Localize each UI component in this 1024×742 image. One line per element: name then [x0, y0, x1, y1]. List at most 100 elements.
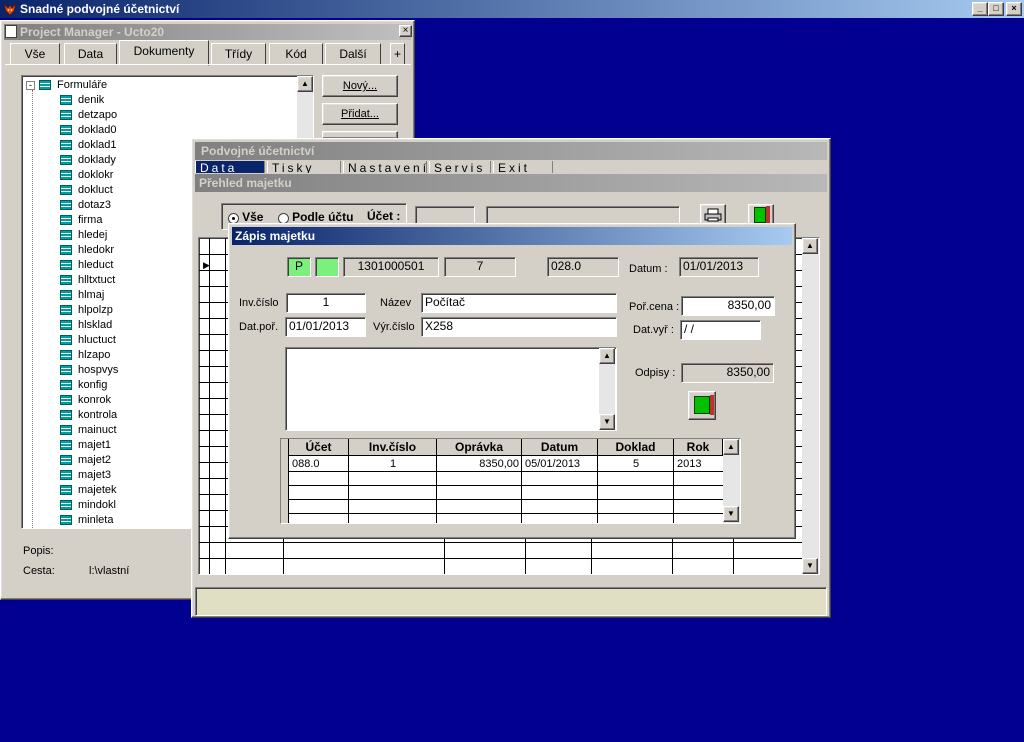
depreciation-table[interactable]: Účet Inv.číslo Oprávka Datum Doklad Rok … [280, 438, 741, 524]
maximize-button[interactable]: □ [988, 2, 1004, 16]
note-textarea[interactable]: ▲ ▼ [285, 347, 617, 431]
cell-opravka[interactable]: 8350,00 [438, 457, 521, 471]
menu-servis[interactable]: Servis [429, 161, 491, 173]
vyr-input[interactable]: X258 [421, 317, 617, 337]
cell-doklad[interactable]: 5 [599, 457, 673, 471]
tree-item[interactable]: firma [60, 213, 102, 228]
table-form-icon [60, 125, 72, 136]
tab-kod[interactable]: Kód [269, 43, 323, 65]
table-scroll-up-icon[interactable]: ▲ [723, 439, 739, 455]
tree-item[interactable]: konrok [60, 393, 111, 408]
tree-item[interactable]: doklad0 [60, 123, 117, 138]
add-button[interactable]: Přidat... [322, 103, 398, 125]
tree-item[interactable]: dokluct [60, 183, 113, 198]
note-scrollbar[interactable]: ▲ ▼ [599, 348, 615, 430]
porcena-label: Poř.cena : [629, 301, 680, 313]
col-opravka[interactable]: Oprávka [437, 439, 522, 456]
pm-close-icon[interactable]: × [399, 25, 412, 37]
grid-row-line [199, 574, 804, 575]
tree-item[interactable]: hospvys [60, 363, 118, 378]
tree-item-label: hluctuct [78, 334, 116, 346]
ucet-input[interactable] [415, 206, 475, 224]
grid-scrollbar[interactable]: ▲ ▼ [802, 238, 819, 574]
cell-rok[interactable]: 2013 [675, 457, 722, 471]
cell-ucet[interactable]: 088.0 [290, 457, 348, 471]
prehled-title-bar: Přehled majetku [195, 174, 827, 192]
tree-item-label: dotaz3 [78, 199, 112, 211]
tree-item[interactable]: dotaz3 [60, 198, 111, 213]
tree-item[interactable]: hlmaj [60, 288, 104, 303]
col-rok[interactable]: Rok [674, 439, 723, 456]
table-col-line [436, 456, 437, 523]
tree-item[interactable]: doklady [60, 153, 116, 168]
tab-tridy[interactable]: Třídy [211, 43, 266, 65]
radio-all[interactable]: Vše [228, 210, 263, 224]
radio-by-account[interactable]: Podle účtu [278, 210, 353, 224]
minimize-button[interactable]: _ [972, 2, 988, 16]
grid-col-line [209, 238, 210, 574]
note-scroll-down-icon[interactable]: ▼ [599, 414, 615, 430]
menu-exit[interactable]: Exit [493, 161, 553, 173]
table-form-icon [60, 245, 72, 256]
tree-item[interactable]: majet3 [60, 468, 111, 483]
tree-item[interactable]: denik [60, 93, 104, 108]
tree-item[interactable]: majet1 [60, 438, 111, 453]
inv-input[interactable]: 1 [286, 293, 366, 313]
menu-nastaveni[interactable]: Nastavení [343, 161, 427, 173]
table-col-line [597, 456, 598, 523]
zapis-exit-button[interactable] [688, 391, 716, 420]
ucet-label: Účet : [367, 209, 401, 223]
ucet-name-field [486, 206, 680, 224]
tree-item[interactable]: doklad1 [60, 138, 117, 153]
grid-scroll-up-icon[interactable]: ▲ [802, 238, 818, 254]
tree-item[interactable]: hledej [60, 228, 107, 243]
collapse-icon[interactable]: - [26, 80, 35, 90]
tree-item[interactable]: hlsklad [60, 318, 112, 333]
tree-item[interactable]: minleta [60, 513, 113, 528]
table-form-icon [60, 110, 72, 121]
tree-item[interactable]: majet2 [60, 453, 111, 468]
cell-datum[interactable]: 05/01/2013 [523, 457, 597, 471]
menu-tisky[interactable]: Tisky [267, 161, 341, 173]
tree-item[interactable]: konfig [60, 378, 107, 393]
menu-data[interactable]: Data [195, 161, 265, 173]
fox-app-icon[interactable] [3, 2, 17, 16]
col-datum[interactable]: Datum [522, 439, 598, 456]
datvyr-input[interactable]: / / [680, 320, 761, 340]
tree-item[interactable]: kontrola [60, 408, 117, 423]
tree-item[interactable]: hluctuct [60, 333, 116, 348]
datpor-input[interactable]: 01/01/2013 [285, 317, 366, 337]
tab-dokumenty[interactable]: Dokumenty [119, 40, 209, 66]
tree-root[interactable]: - Formuláře [26, 78, 107, 93]
status-bar [195, 587, 827, 616]
close-button[interactable]: × [1006, 2, 1022, 16]
tree-item[interactable]: hledokr [60, 243, 114, 258]
tab-dalsi[interactable]: Další [325, 43, 381, 65]
table-scrollbar[interactable]: ▲ ▼ [723, 439, 740, 523]
new-button[interactable]: Nový... [322, 75, 398, 97]
tree-item[interactable]: majetek [60, 483, 117, 498]
porcena-input[interactable]: 8350,00 [681, 296, 775, 316]
scroll-up-icon[interactable]: ▲ [297, 76, 313, 92]
podvojne-menu-bar: Data Tisky Nastavení Servis Exit [195, 161, 827, 173]
tab-vse[interactable]: Vše [10, 43, 60, 65]
tree-item[interactable]: detzapo [60, 108, 117, 123]
table-scroll-down-icon[interactable]: ▼ [723, 506, 739, 522]
col-invcislo[interactable]: Inv.číslo [349, 439, 437, 456]
note-scroll-up-icon[interactable]: ▲ [599, 348, 615, 364]
nazev-input[interactable]: Počítač [421, 293, 617, 313]
col-ucet[interactable]: Účet [289, 439, 349, 456]
tab-data[interactable]: Data [64, 43, 117, 65]
cell-invcislo[interactable]: 1 [350, 457, 436, 471]
tree-item[interactable]: mindokl [60, 498, 116, 513]
tree-item[interactable]: doklokr [60, 168, 113, 183]
tree-item[interactable]: mainuct [60, 423, 117, 438]
tree-item-label: hleduct [78, 259, 114, 271]
tree-item[interactable]: hlzapo [60, 348, 110, 363]
tab-scroll-button[interactable]: + [390, 43, 405, 65]
tree-item[interactable]: hlpolzp [60, 303, 113, 318]
col-doklad[interactable]: Doklad [598, 439, 674, 456]
tree-item[interactable]: hleduct [60, 258, 113, 273]
grid-scroll-down-icon[interactable]: ▼ [802, 558, 818, 574]
tree-item[interactable]: hlltxtuct [60, 273, 115, 288]
